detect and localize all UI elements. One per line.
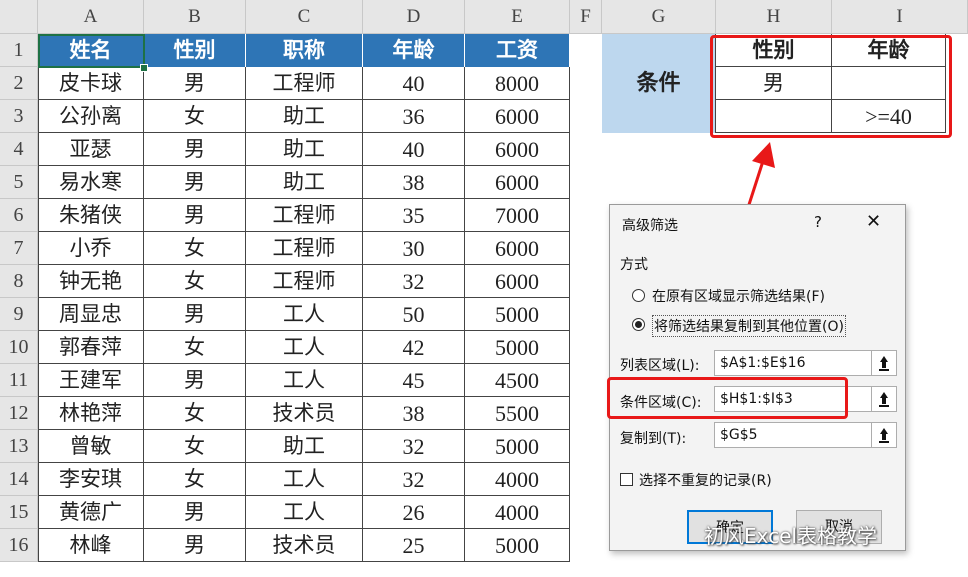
dialog-title: 高级筛选 (622, 218, 678, 234)
list-range-picker[interactable] (871, 350, 897, 376)
radio-copy-to-location-label[interactable]: 将筛选结果复制到其他位置(O) (652, 315, 846, 337)
help-button[interactable]: ? (814, 213, 822, 231)
copy-to-input[interactable]: $G$5 (714, 422, 875, 448)
radio-copy-to-location[interactable] (632, 318, 645, 331)
collapse-arrow-icon (879, 428, 889, 443)
copy-to-label: 复制到(T): (620, 431, 687, 447)
criteria-range-picker[interactable] (871, 386, 897, 412)
list-range-label: 列表区域(L): (620, 358, 700, 374)
list-range-input[interactable]: $A$1:$E$16 (714, 350, 875, 376)
close-icon[interactable]: ✕ (866, 211, 881, 232)
unique-records-label[interactable]: 选择不重复的记录(R) (639, 470, 772, 490)
advanced-filter-dialog[interactable]: 高级筛选 ? ✕ 方式 在原有区域显示筛选结果(F) 将筛选结果复制到其他位置(… (607, 204, 906, 551)
collapse-arrow-icon (879, 356, 889, 371)
watermark: 初风Excel表格教学 (704, 524, 877, 548)
radio-filter-in-place[interactable] (632, 289, 645, 302)
copy-to-picker[interactable] (871, 422, 897, 448)
mode-group-label: 方式 (620, 257, 648, 273)
criteria-range-highlight-box (607, 377, 848, 419)
unique-records-checkbox[interactable] (620, 473, 633, 486)
radio-filter-in-place-label[interactable]: 在原有区域显示筛选结果(F) (652, 286, 825, 306)
collapse-arrow-icon (879, 392, 889, 407)
